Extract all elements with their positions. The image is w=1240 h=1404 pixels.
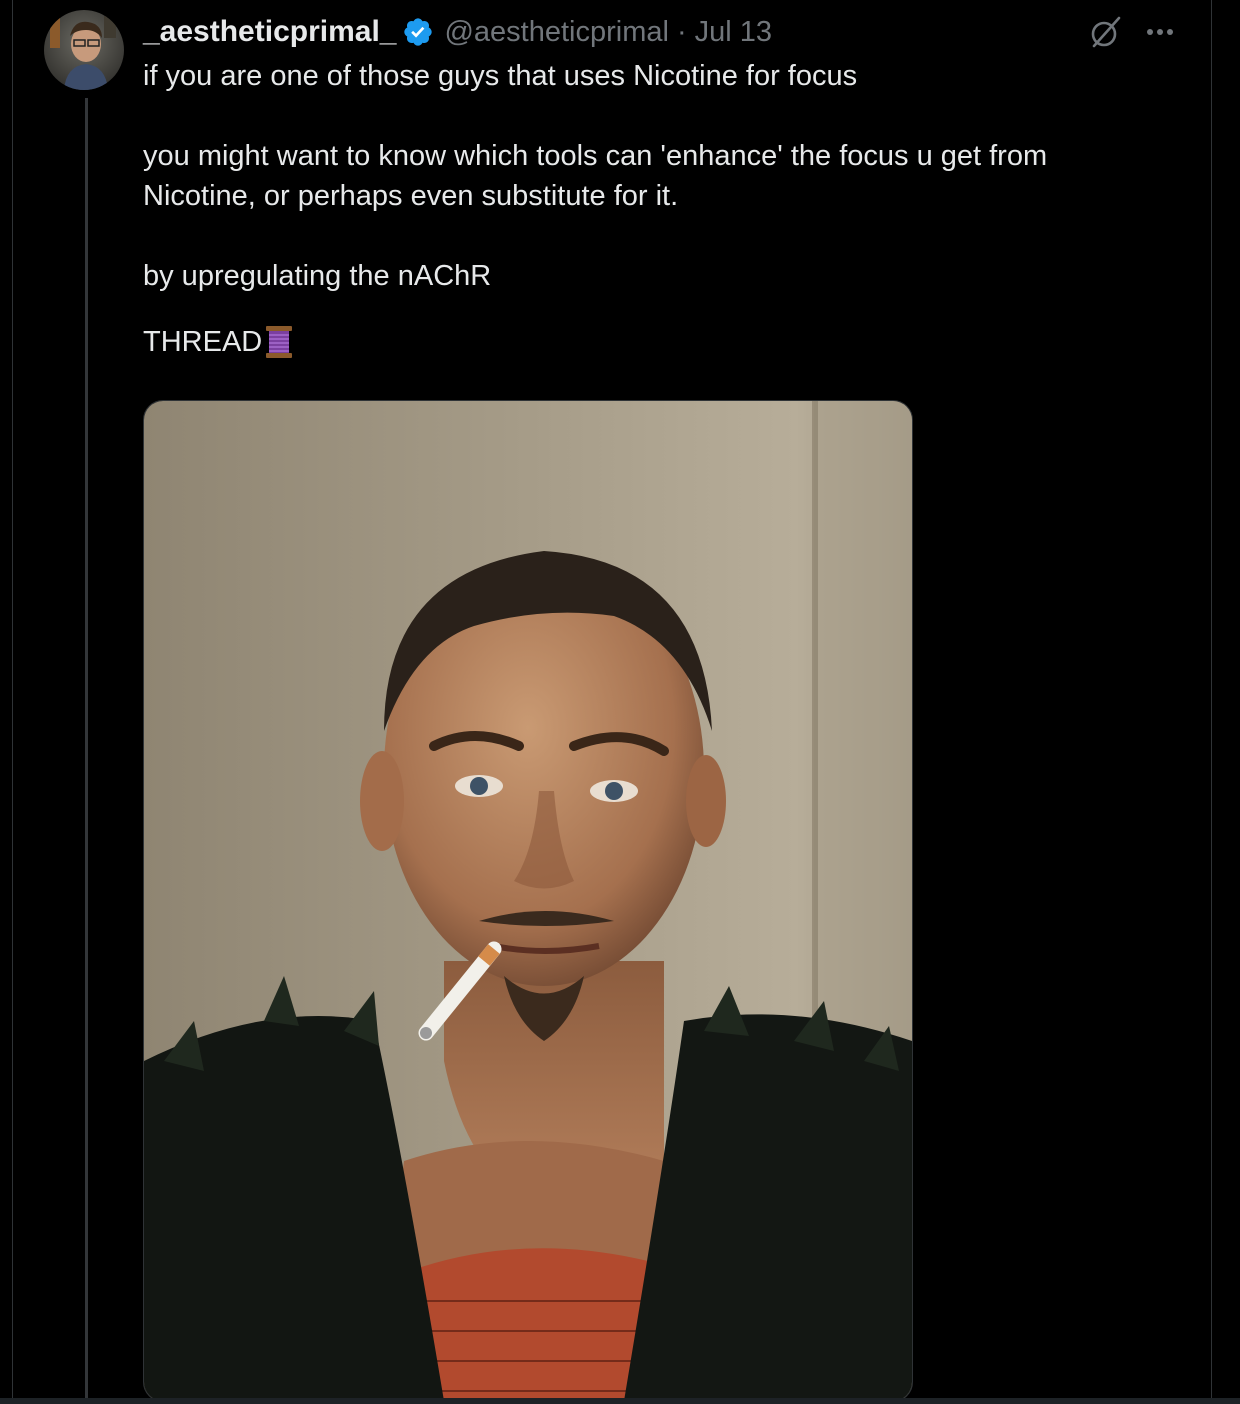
grok-button[interactable]	[1088, 14, 1124, 50]
thread-label: THREAD	[143, 326, 263, 358]
spool-of-thread-icon	[266, 326, 293, 358]
bottom-strip	[0, 1398, 1240, 1404]
column-border-right	[1211, 0, 1212, 1404]
thread-connector-line	[85, 98, 88, 1404]
verified-badge-icon[interactable]	[402, 16, 434, 48]
tweet-paragraph-4: THREAD	[143, 322, 294, 362]
tweet-media-photo[interactable]	[143, 400, 913, 1402]
more-options-button[interactable]	[1140, 14, 1180, 50]
more-options-icon	[1147, 29, 1173, 35]
grok-icon	[1091, 16, 1121, 48]
tweet-header: _aestheticprimal_ @aestheticprimal · Jul…	[143, 12, 772, 52]
display-name[interactable]: _aestheticprimal_	[143, 15, 396, 49]
separator-dot: ·	[676, 15, 687, 48]
tweet-paragraph-3: by upregulating the nAChR	[143, 260, 492, 292]
avatar-image	[44, 10, 124, 90]
tweet-paragraph-1: if you are one of those guys that uses N…	[143, 60, 858, 92]
user-handle[interactable]: @aestheticprimal	[444, 16, 668, 49]
tweet-paragraph-2: you might want to know which tools can '…	[143, 140, 1048, 212]
column-border-left	[12, 0, 13, 1404]
tweet-date[interactable]: Jul 13	[695, 16, 772, 49]
photo-portrait	[144, 401, 912, 1401]
avatar[interactable]	[44, 10, 124, 90]
